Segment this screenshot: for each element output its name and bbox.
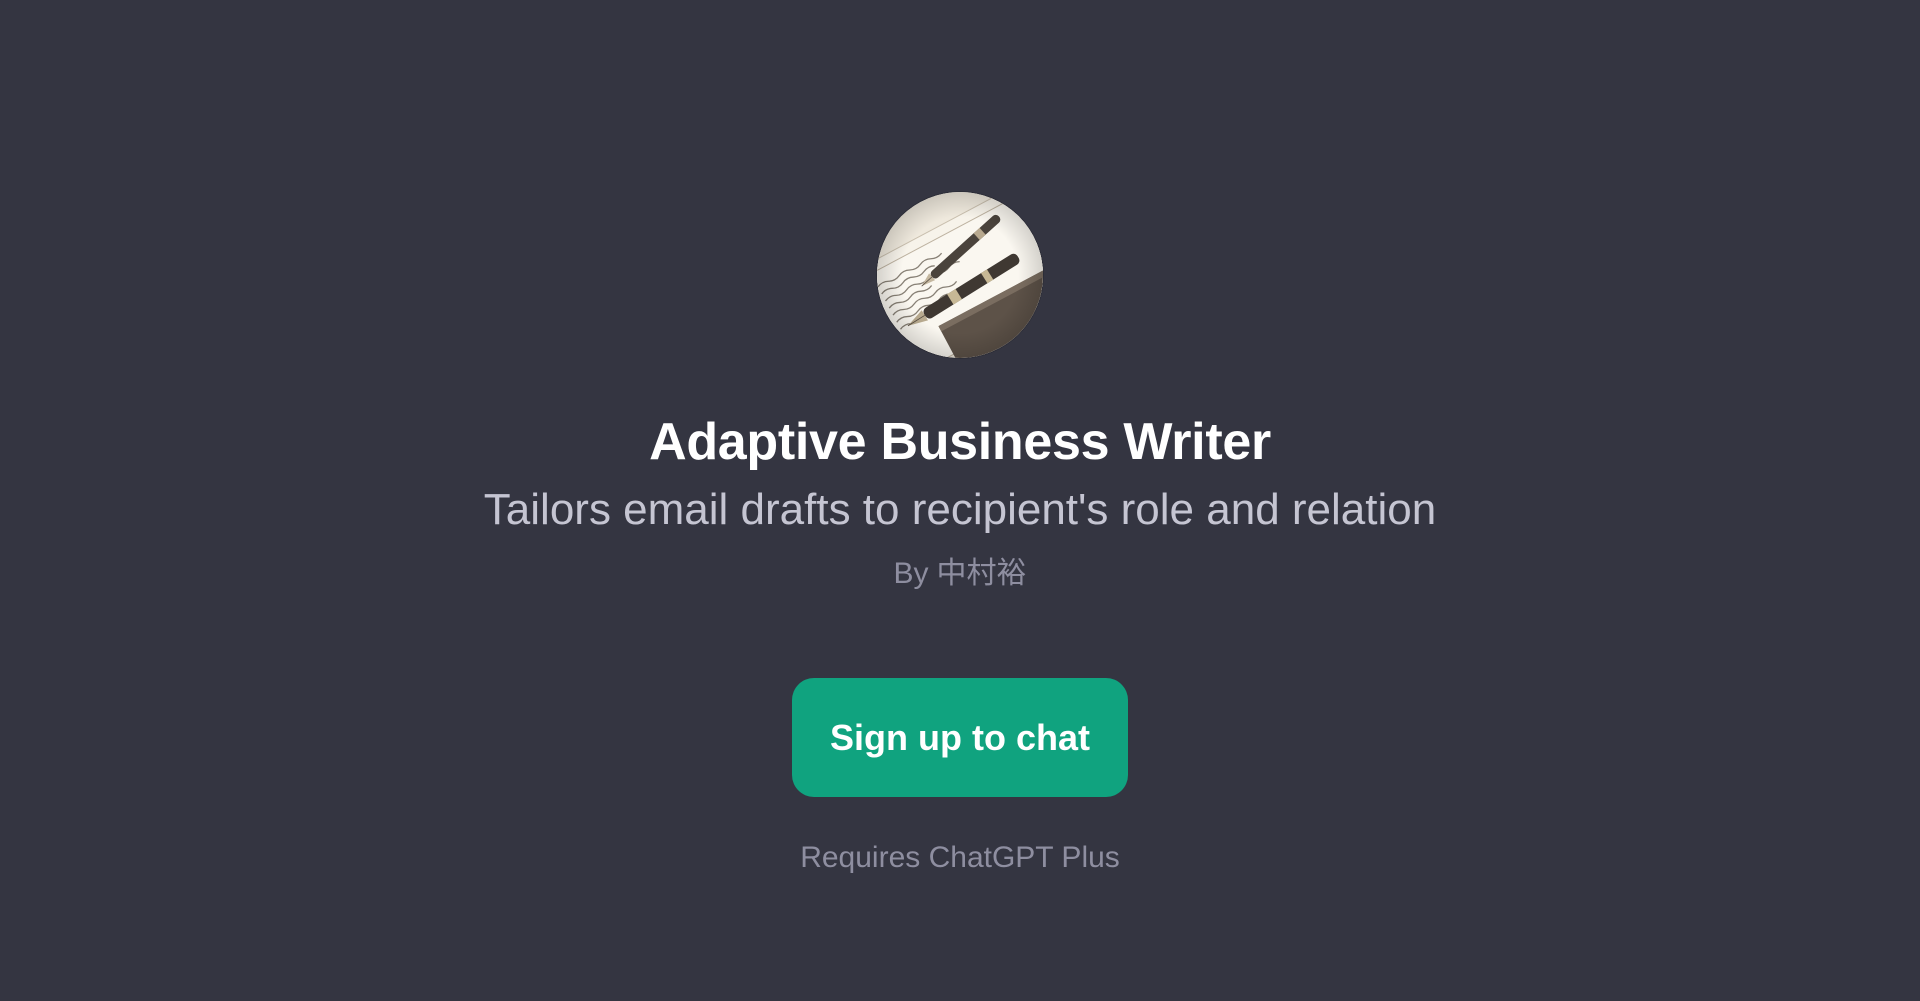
requires-plus-note: Requires ChatGPT Plus bbox=[800, 841, 1120, 874]
fountain-pen-letter-icon bbox=[877, 192, 1043, 358]
gpt-description: Tailors email drafts to recipient's role… bbox=[483, 485, 1437, 534]
author-byline: By 中村裕 bbox=[0, 554, 1920, 594]
gpt-landing-page: Adaptive Business Writer Tailors email d… bbox=[0, 0, 1920, 1001]
gpt-title: Adaptive Business Writer bbox=[649, 413, 1271, 471]
author-name: 中村裕 bbox=[936, 557, 1027, 590]
byline-prefix: By bbox=[893, 557, 929, 590]
sign-up-to-chat-button[interactable]: Sign up to chat bbox=[792, 678, 1128, 797]
gpt-avatar bbox=[877, 192, 1043, 358]
